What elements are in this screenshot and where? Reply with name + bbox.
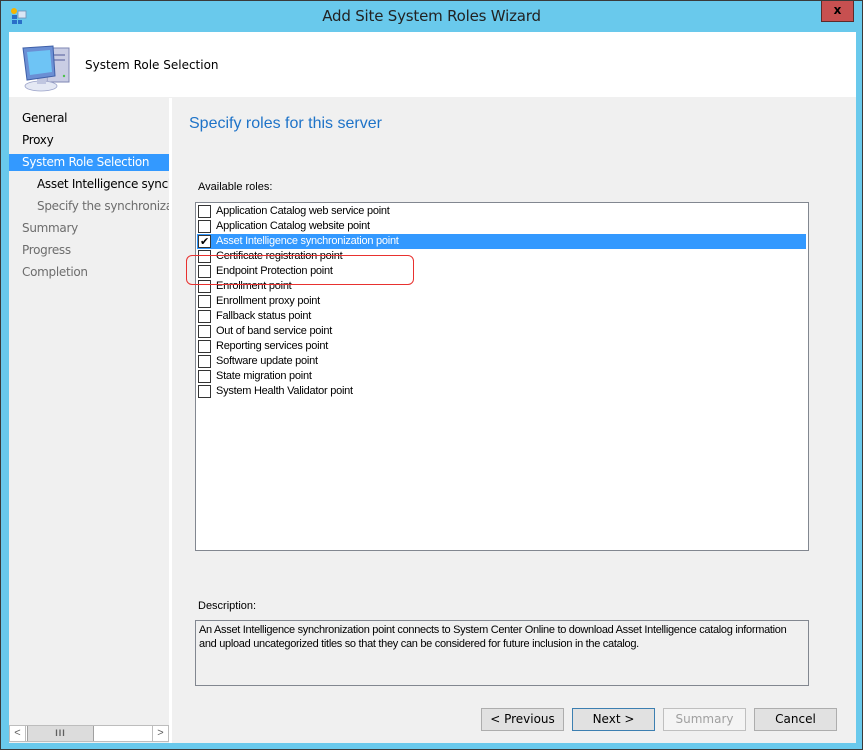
role-item[interactable]: Endpoint Protection point xyxy=(197,264,806,279)
role-checkbox[interactable] xyxy=(198,250,211,263)
role-label: Certificate registration point xyxy=(216,250,343,262)
title-bar[interactable]: Add Site System Roles Wizard x xyxy=(1,1,862,31)
nav-item-summary: Summary xyxy=(22,221,78,235)
description-box: An Asset Intelligence synchronization po… xyxy=(195,620,809,686)
role-item[interactable]: Software update point xyxy=(197,354,806,369)
wizard-header: System Role Selection xyxy=(9,32,856,97)
role-label: Asset Intelligence synchronization point xyxy=(216,234,399,249)
role-label: Fallback status point xyxy=(216,310,312,322)
close-button[interactable]: x xyxy=(821,1,854,22)
nav-item-progress: Progress xyxy=(22,243,71,257)
role-label: Reporting services point xyxy=(216,340,329,352)
role-item[interactable]: State migration point xyxy=(197,369,806,384)
nav-horizontal-scrollbar[interactable]: < III > xyxy=(9,725,169,742)
nav-item-asset-intelligence[interactable]: Asset Intelligence synchro xyxy=(9,176,169,193)
scroll-right-arrow-icon[interactable]: > xyxy=(152,726,168,741)
description-label: Description: xyxy=(198,600,257,612)
summary-button: Summary xyxy=(663,708,746,731)
role-item[interactable]: Enrollment point xyxy=(197,279,806,294)
role-label: Endpoint Protection point xyxy=(216,265,333,277)
nav-item-completion: Completion xyxy=(22,265,88,279)
role-label: Application Catalog website point xyxy=(216,220,370,232)
role-checkbox[interactable] xyxy=(198,340,211,353)
nav-item-proxy[interactable]: Proxy xyxy=(9,132,169,149)
role-item[interactable]: Reporting services point xyxy=(197,339,806,354)
scroll-left-arrow-icon[interactable]: < xyxy=(10,726,26,741)
role-checkbox[interactable] xyxy=(198,310,211,323)
wizard-nav: General Proxy System Role Selection Asse… xyxy=(9,98,169,725)
role-label: Application Catalog web service point xyxy=(216,205,390,217)
role-item[interactable]: System Health Validator point xyxy=(197,384,806,399)
role-item[interactable]: Enrollment proxy point xyxy=(197,294,806,309)
role-label: Software update point xyxy=(216,355,318,367)
role-checkbox[interactable] xyxy=(198,265,211,278)
roles-checklist[interactable]: Application Catalog web service point Ap… xyxy=(195,202,809,551)
window-title: Add Site System Roles Wizard xyxy=(322,7,541,25)
page-title: Specify roles for this server xyxy=(189,115,382,132)
wizard-window: Add Site System Roles Wizard x System Ro… xyxy=(0,0,863,750)
role-item[interactable]: Application Catalog web service point xyxy=(197,204,806,219)
nav-item-general[interactable]: General xyxy=(9,110,169,127)
role-item[interactable]: Out of band service point xyxy=(197,324,806,339)
scrollbar-thumb[interactable]: III xyxy=(27,726,94,741)
available-roles-label: Available roles: xyxy=(198,181,273,193)
role-checkbox-checked[interactable] xyxy=(198,234,211,249)
role-checkbox[interactable] xyxy=(198,205,211,218)
role-label: Out of band service point xyxy=(216,325,333,337)
next-button[interactable]: Next > xyxy=(572,708,655,731)
role-label: State migration point xyxy=(216,370,312,382)
nav-item-system-role-selection[interactable]: System Role Selection xyxy=(9,154,169,171)
previous-button[interactable]: < Previous xyxy=(481,708,564,731)
nav-item-specify-synchronization: Specify the synchronizati xyxy=(37,199,169,213)
role-checkbox[interactable] xyxy=(198,220,211,233)
role-label: Enrollment point xyxy=(216,280,292,292)
computer-icon xyxy=(22,45,70,92)
role-item[interactable]: Application Catalog website point xyxy=(197,219,806,234)
role-item[interactable]: Fallback status point xyxy=(197,309,806,324)
wizard-main: Specify roles for this server Available … xyxy=(172,98,856,743)
role-checkbox[interactable] xyxy=(198,295,211,308)
role-checkbox[interactable] xyxy=(198,280,211,293)
role-checkbox[interactable] xyxy=(198,355,211,368)
role-checkbox[interactable] xyxy=(198,385,211,398)
header-title: System Role Selection xyxy=(85,58,219,72)
role-label: System Health Validator point xyxy=(216,385,353,397)
wizard-client: System Role Selection General Proxy Syst… xyxy=(9,32,856,743)
cancel-button[interactable]: Cancel xyxy=(754,708,837,731)
role-checkbox[interactable] xyxy=(198,325,211,338)
role-label: Enrollment proxy point xyxy=(216,295,320,307)
role-item-selected[interactable]: Asset Intelligence synchronization point xyxy=(197,234,806,249)
role-item[interactable]: Certificate registration point xyxy=(197,249,806,264)
role-checkbox[interactable] xyxy=(198,370,211,383)
